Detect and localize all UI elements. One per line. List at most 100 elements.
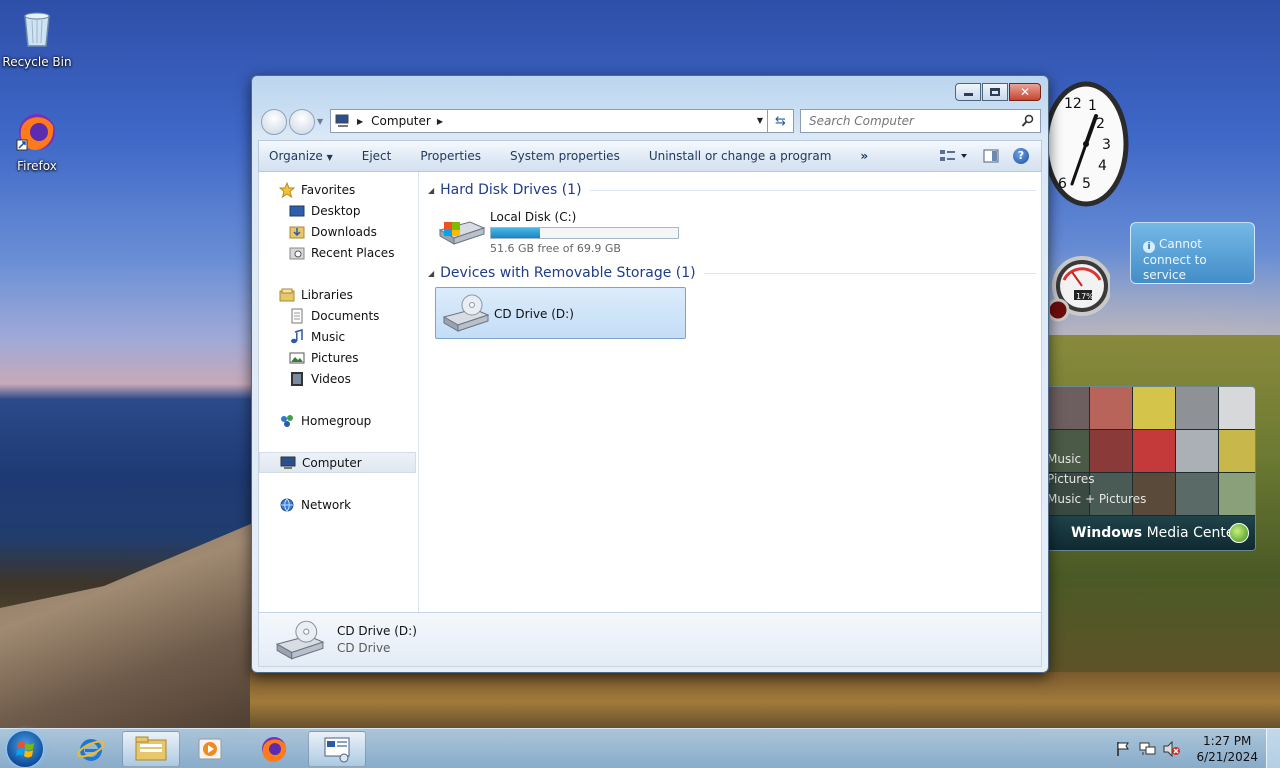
media-center-menu: Music Pictures Music + Pictures [1047,449,1146,509]
nav-favorites[interactable]: Favorites [259,179,416,200]
cd-drive-icon [442,294,490,332]
weather-gadget[interactable]: i Cannot connect to service [1130,222,1255,284]
forward-button[interactable] [289,109,315,135]
videos-icon [291,371,303,386]
drive-name: Local Disk (C:) [490,210,577,224]
nav-computer[interactable]: Computer [259,452,416,473]
navigation-pane: Favorites Desktop Downloads Recent Place… [259,172,419,612]
recycle-bin-icon [24,12,50,47]
desktop-icon-recycle-bin[interactable]: Recycle Bin [1,6,73,69]
menu-item-music-pictures[interactable]: Music + Pictures [1047,489,1146,509]
address-dropdown-icon[interactable]: ▼ [757,116,763,125]
desktop-icon-firefox[interactable]: Firefox [1,110,73,173]
media-center-gadget[interactable]: Music Pictures Music + Pictures Windows … [1046,386,1256,551]
close-button[interactable]: ✕ [1009,83,1041,101]
network-tray-icon[interactable] [1139,741,1157,757]
more-commands-button[interactable]: » [860,149,868,163]
nav-desktop[interactable]: Desktop [259,200,416,221]
window-controls: ✕ [955,83,1041,101]
cpu-meter-gadget[interactable]: 17% [1046,250,1112,334]
recent-pages-dropdown[interactable]: ▼ [317,117,323,126]
desktop-icon [289,205,305,216]
organize-button[interactable]: Organize ▼ [269,149,333,163]
nav-documents[interactable]: Documents [259,305,416,326]
nav-pictures[interactable]: Pictures [259,347,416,368]
nav-label: Desktop [311,203,361,218]
nav-homegroup[interactable]: Homegroup [259,410,416,431]
taskbar-clock[interactable]: 1:27 PM 6/21/2024 [1196,733,1258,765]
drive-local-disk-c[interactable]: Local Disk (C:) 51.6 GB free of 69.9 GB [436,208,679,255]
start-button[interactable] [6,730,44,768]
menu-item-music[interactable]: Music [1047,449,1146,469]
drive-cd-d[interactable]: CD Drive (D:) [435,287,686,339]
taskbar: 1:27 PM 6/21/2024 [0,728,1280,768]
documents-icon [291,308,303,323]
taskbar-firefox[interactable] [245,731,303,767]
change-view-icon[interactable] [939,149,969,163]
brand-light: Media Center [1142,525,1241,541]
group-divider [703,272,1036,274]
menu-item-pictures[interactable]: Pictures [1047,469,1146,489]
search-box[interactable] [800,109,1041,133]
clock-number: 3 [1102,137,1111,153]
nav-libraries[interactable]: Libraries [259,284,416,305]
cd-drive-icon [275,620,325,660]
breadcrumb-arrow-icon[interactable]: ▶ [437,117,443,126]
search-icon[interactable] [1021,114,1035,128]
refresh-icon: ⇆ [775,113,786,129]
eject-button[interactable]: Eject [362,149,392,163]
uninstall-program-button[interactable]: Uninstall or change a program [649,149,832,163]
wallpaper-rocks [0,520,260,740]
details-pane: CD Drive (D:) CD Drive [258,612,1042,667]
group-header-removable-storage[interactable]: ◢ Devices with Removable Storage (1) [428,263,1036,283]
clock-gadget[interactable]: 12 1 2 3 4 5 6 [1042,80,1130,208]
taskbar-windows-explorer[interactable] [122,731,180,767]
minimize-icon [963,92,973,96]
collapse-arrow-icon[interactable]: ◢ [428,186,434,195]
folder-icon [135,736,167,761]
back-button[interactable] [261,109,287,135]
desktop-icon-label: Recycle Bin [2,55,72,69]
minimize-button[interactable] [955,83,981,101]
clock-number: 4 [1098,158,1107,174]
group-header-hard-disks[interactable]: ◢ Hard Disk Drives (1) [428,180,1036,200]
taskbar-computer-window[interactable] [308,731,366,767]
media-center-brand-bar[interactable]: Windows Media Center [1047,516,1255,550]
clock-time: 1:27 PM [1203,734,1252,748]
nav-downloads[interactable]: Downloads [259,221,416,242]
nav-label: Pictures [311,350,359,365]
breadcrumb-computer[interactable]: Computer [371,114,431,128]
properties-button[interactable]: Properties [420,149,481,163]
system-properties-button[interactable]: System properties [510,149,620,163]
nav-network[interactable]: Network [259,494,416,515]
nav-recent-places[interactable]: Recent Places [259,242,416,263]
action-center-flag-icon[interactable] [1115,741,1131,757]
collapse-arrow-icon[interactable]: ◢ [428,269,434,278]
system-tray: 1:27 PM 6/21/2024 [1105,729,1280,768]
nav-music[interactable]: Music [259,326,416,347]
explorer-window[interactable]: ✕ ▼ ▶ Computer ▶ ▼ ⇆ Organize ▼ Eject Pr… [251,75,1049,673]
group-title: Hard Disk Drives (1) [440,182,582,198]
nav-videos[interactable]: Videos [259,368,416,389]
close-icon: ✕ [1019,85,1031,99]
star-icon [279,181,295,198]
content-area: Favorites Desktop Downloads Recent Place… [258,172,1042,612]
drive-usage-bar [490,227,679,239]
taskbar-internet-explorer[interactable] [62,731,120,767]
details-item-type: CD Drive [337,641,391,655]
maximize-button[interactable] [982,83,1008,101]
search-input[interactable] [809,114,1009,128]
help-icon[interactable]: ? [1013,148,1029,164]
group-title: Devices with Removable Storage (1) [440,265,696,281]
computer-icon [335,114,349,127]
preview-pane-icon[interactable] [983,149,999,163]
clock-date: 6/21/2024 [1196,750,1258,764]
show-desktop-button[interactable] [1266,729,1280,768]
volume-muted-icon[interactable] [1163,741,1181,757]
refresh-button[interactable]: ⇆ [768,109,794,133]
breadcrumb-arrow-icon[interactable]: ▶ [357,117,363,126]
address-bar[interactable]: ▶ Computer ▶ ▼ [330,109,768,133]
taskbar-media-player[interactable] [182,731,240,767]
firefox-icon [16,114,55,151]
network-icon [280,498,294,512]
